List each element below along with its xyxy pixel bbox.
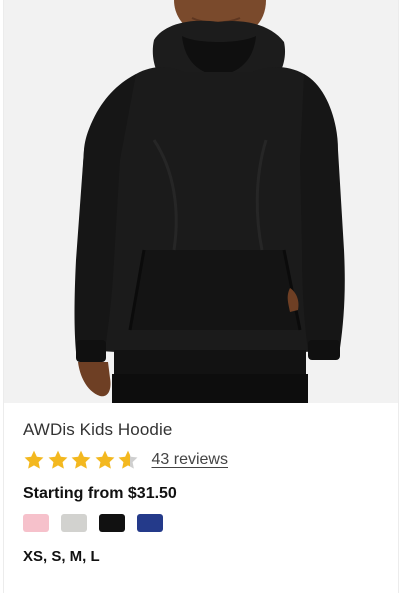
color-swatches: [23, 514, 175, 532]
product-image[interactable]: [4, 0, 398, 403]
product-card[interactable]: AWDis Kids Hoodie 43 reviews Starting fr…: [3, 0, 399, 593]
rating-row: 43 reviews: [23, 447, 228, 473]
price-label: Starting from $31.50: [23, 485, 177, 502]
star-full-icon: [48, 450, 67, 469]
star-rating: [23, 449, 141, 471]
sizes-label: XS, S, M, L: [23, 548, 100, 565]
color-swatch[interactable]: [23, 514, 49, 532]
color-swatch[interactable]: [99, 514, 125, 532]
hoodie-photo: [4, 0, 398, 403]
star-full-icon: [71, 450, 91, 469]
product-title[interactable]: AWDis Kids Hoodie: [23, 420, 172, 440]
star-partial-icon: [118, 450, 138, 469]
reviews-link[interactable]: 43 reviews: [152, 451, 228, 469]
star-full-icon: [24, 450, 44, 469]
color-swatch[interactable]: [137, 514, 163, 532]
color-swatch[interactable]: [61, 514, 87, 532]
star-full-icon: [95, 450, 114, 469]
